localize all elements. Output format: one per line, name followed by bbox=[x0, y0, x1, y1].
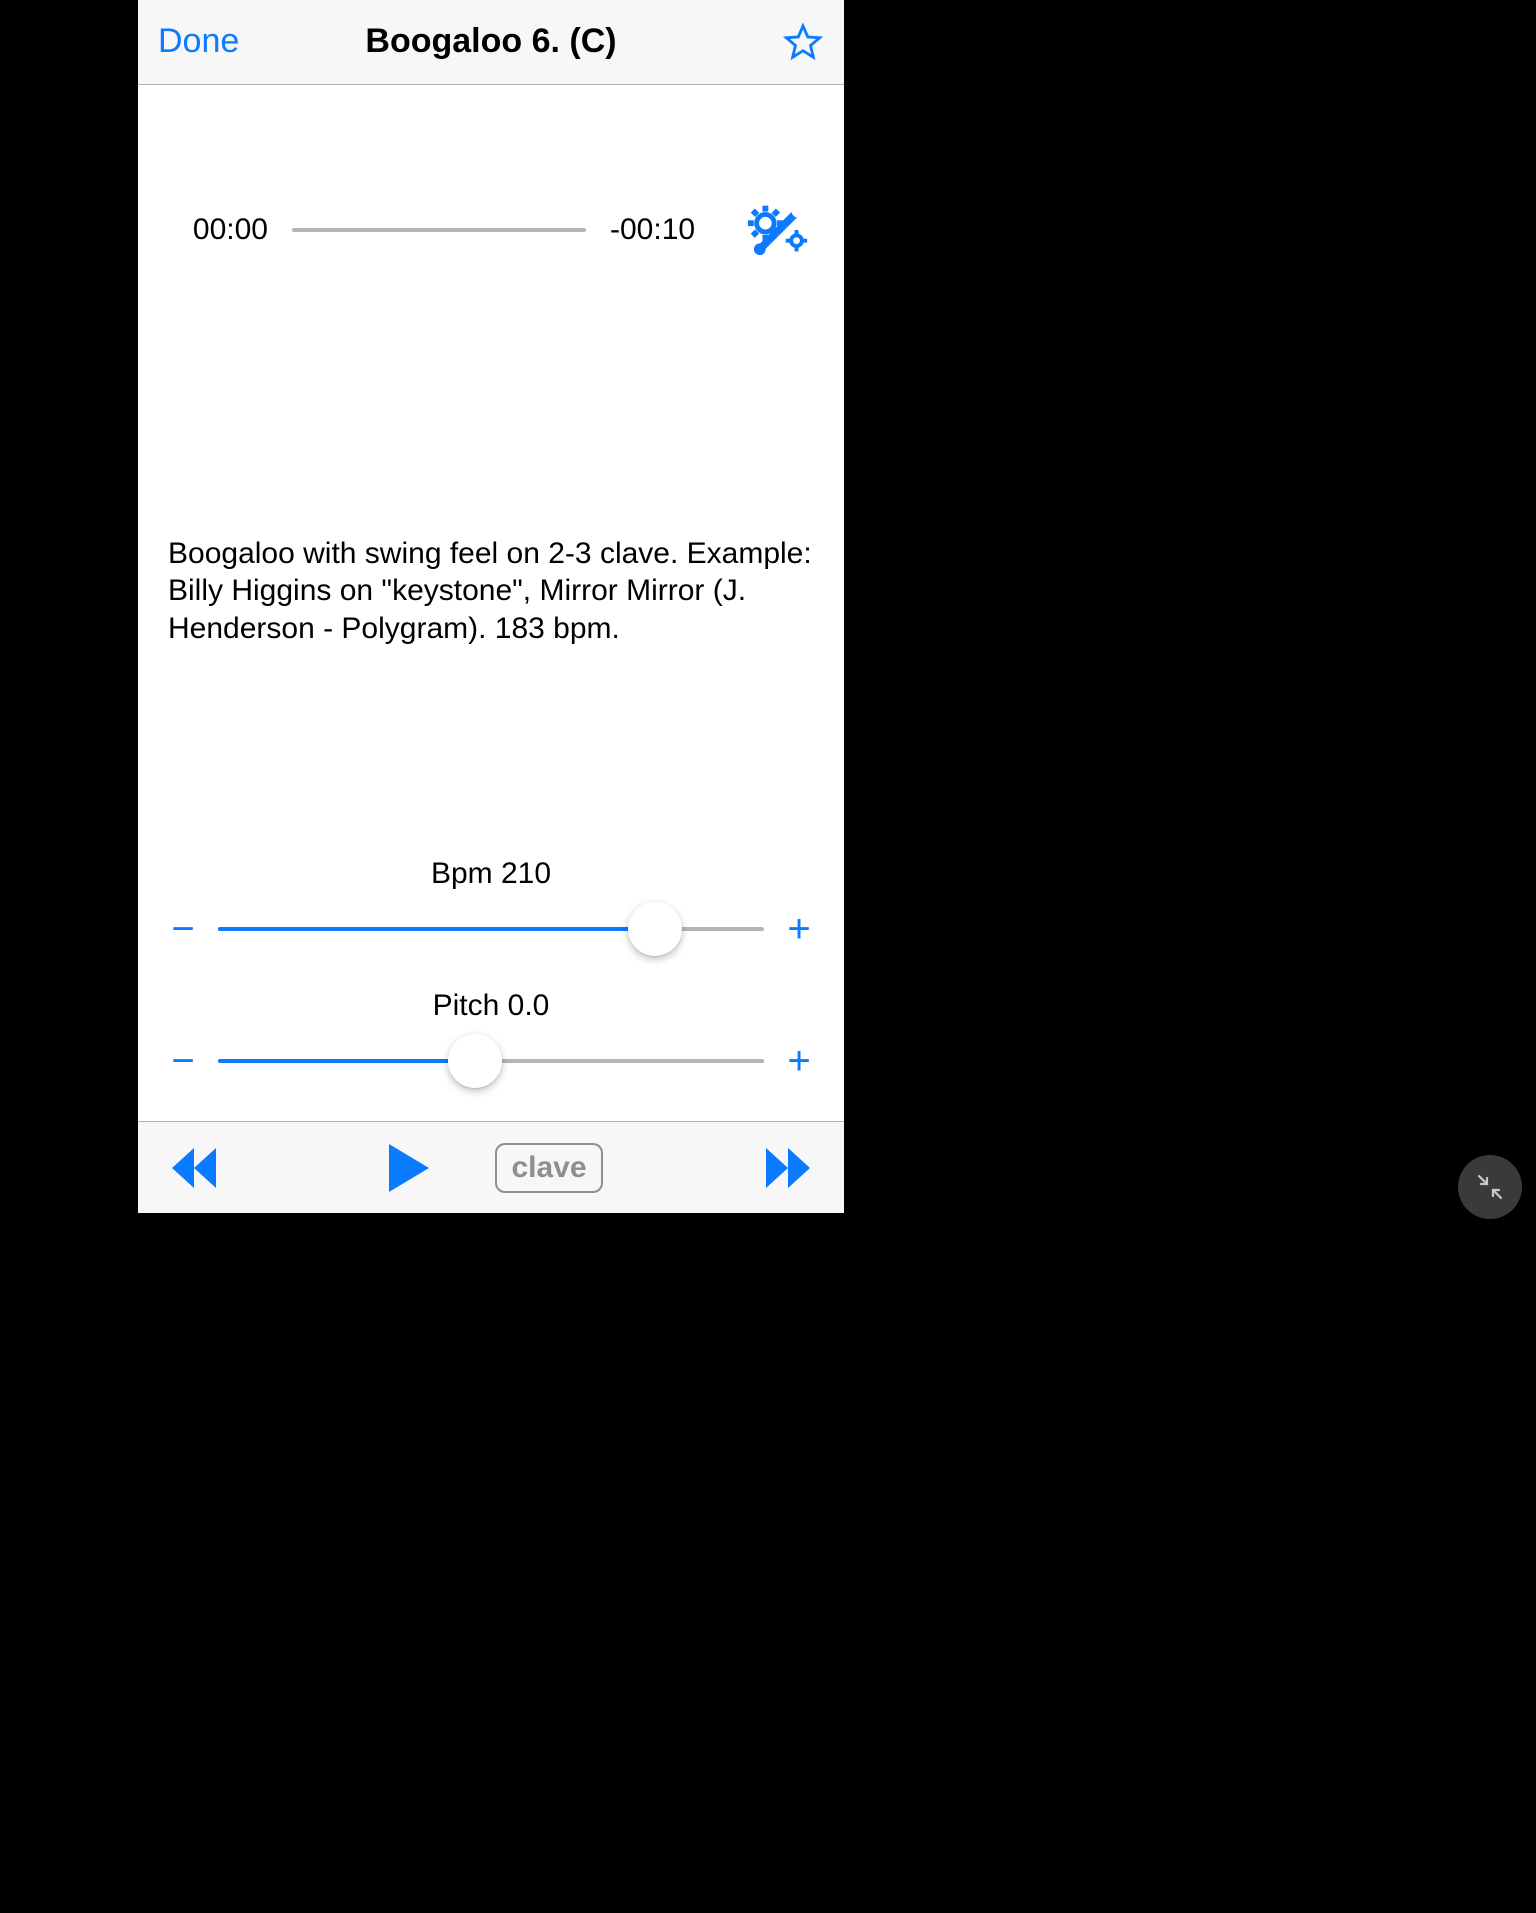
bottom-toolbar: clave bbox=[138, 1121, 844, 1213]
done-button[interactable]: Done bbox=[158, 22, 278, 61]
bpm-plus-button[interactable]: + bbox=[784, 909, 814, 949]
playback-row: 00:00 -00:10 bbox=[168, 195, 814, 265]
pitch-slider-thumb[interactable] bbox=[448, 1034, 502, 1088]
bpm-label: Bpm 210 bbox=[168, 857, 814, 891]
pitch-plus-button[interactable]: + bbox=[784, 1041, 814, 1081]
navigation-bar: Done Boogaloo 6. (C) bbox=[138, 0, 844, 85]
bpm-slider-group: Bpm 210 − + bbox=[168, 857, 814, 949]
bpm-minus-button[interactable]: − bbox=[168, 909, 198, 949]
bpm-slider-thumb[interactable] bbox=[628, 902, 682, 956]
content-area: 00:00 -00:10 bbox=[138, 85, 844, 1122]
settings-gears-icon[interactable] bbox=[744, 195, 814, 265]
pitch-label: Pitch 0.0 bbox=[168, 989, 814, 1023]
play-icon[interactable] bbox=[379, 1140, 435, 1196]
next-track-icon[interactable] bbox=[762, 1142, 814, 1194]
clave-button[interactable]: clave bbox=[495, 1143, 602, 1193]
bpm-slider[interactable] bbox=[218, 927, 764, 931]
remaining-time-label: -00:10 bbox=[610, 213, 720, 247]
collapse-overlay-icon[interactable] bbox=[1458, 1155, 1522, 1219]
pitch-minus-button[interactable]: − bbox=[168, 1041, 198, 1081]
favorite-star-icon[interactable] bbox=[782, 21, 824, 63]
track-description: Boogaloo with swing feel on 2-3 clave. E… bbox=[168, 535, 814, 648]
playback-progress-slider[interactable] bbox=[292, 228, 586, 232]
app-screen: Done Boogaloo 6. (C) 00:00 -00:10 bbox=[138, 0, 844, 1213]
page-title: Boogaloo 6. (C) bbox=[278, 22, 704, 61]
sliders-block: Bpm 210 − + Pitch 0.0 − bbox=[168, 857, 814, 1121]
elapsed-time-label: 00:00 bbox=[168, 213, 268, 247]
previous-track-icon[interactable] bbox=[168, 1142, 220, 1194]
pitch-slider[interactable] bbox=[218, 1059, 764, 1063]
pitch-slider-group: Pitch 0.0 − + bbox=[168, 989, 814, 1081]
